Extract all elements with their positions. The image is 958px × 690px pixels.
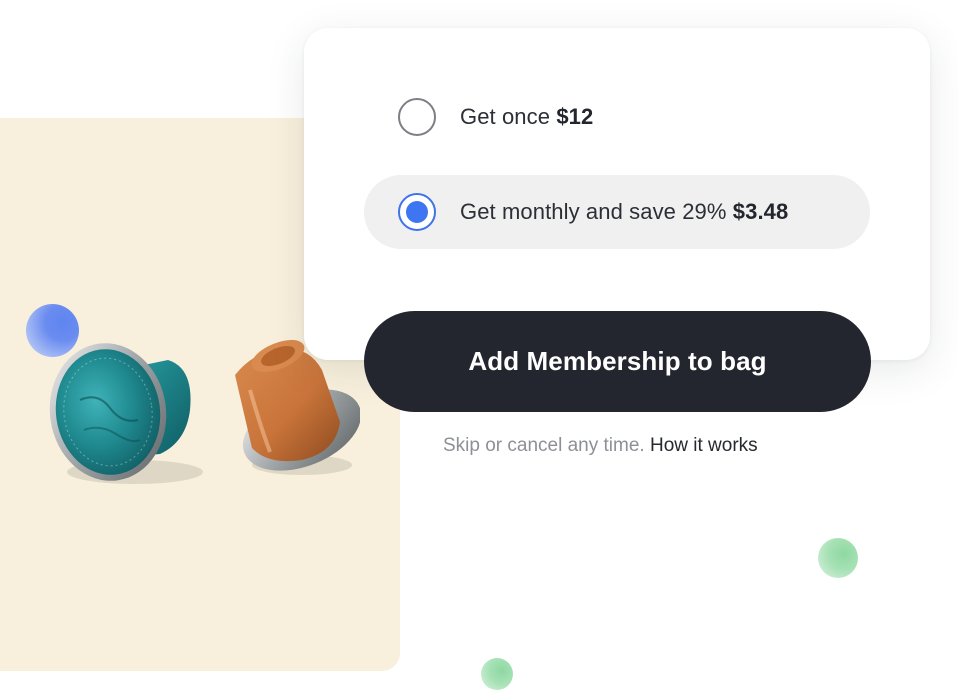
teal-coffee-pod-icon — [49, 343, 203, 484]
option-price: $12 — [556, 104, 594, 129]
option-label: Get monthly and save 29% $3.48 — [460, 199, 788, 225]
option-get-monthly[interactable]: Get monthly and save 29% $3.48 — [364, 175, 870, 249]
option-text: Get once — [460, 104, 551, 129]
add-membership-button[interactable]: Add Membership to bag — [364, 311, 871, 412]
coffee-pods-image — [49, 340, 360, 484]
radio-checked-icon[interactable] — [398, 193, 436, 231]
option-label: Get once $12 — [460, 104, 593, 130]
option-price: $3.48 — [732, 199, 789, 224]
note-text: Skip or cancel any time. — [443, 435, 645, 456]
how-it-works-link[interactable]: How it works — [650, 435, 758, 456]
option-text: Get monthly and save 29% — [460, 199, 727, 224]
option-get-once[interactable]: Get once $12 — [364, 80, 864, 154]
decorative-green-dot — [818, 538, 858, 578]
decorative-green-dot-small — [481, 658, 513, 690]
cancel-note: Skip or cancel any time. How it works — [443, 435, 758, 457]
radio-unchecked-icon[interactable] — [398, 98, 436, 136]
decorative-blue-dot — [26, 304, 79, 357]
